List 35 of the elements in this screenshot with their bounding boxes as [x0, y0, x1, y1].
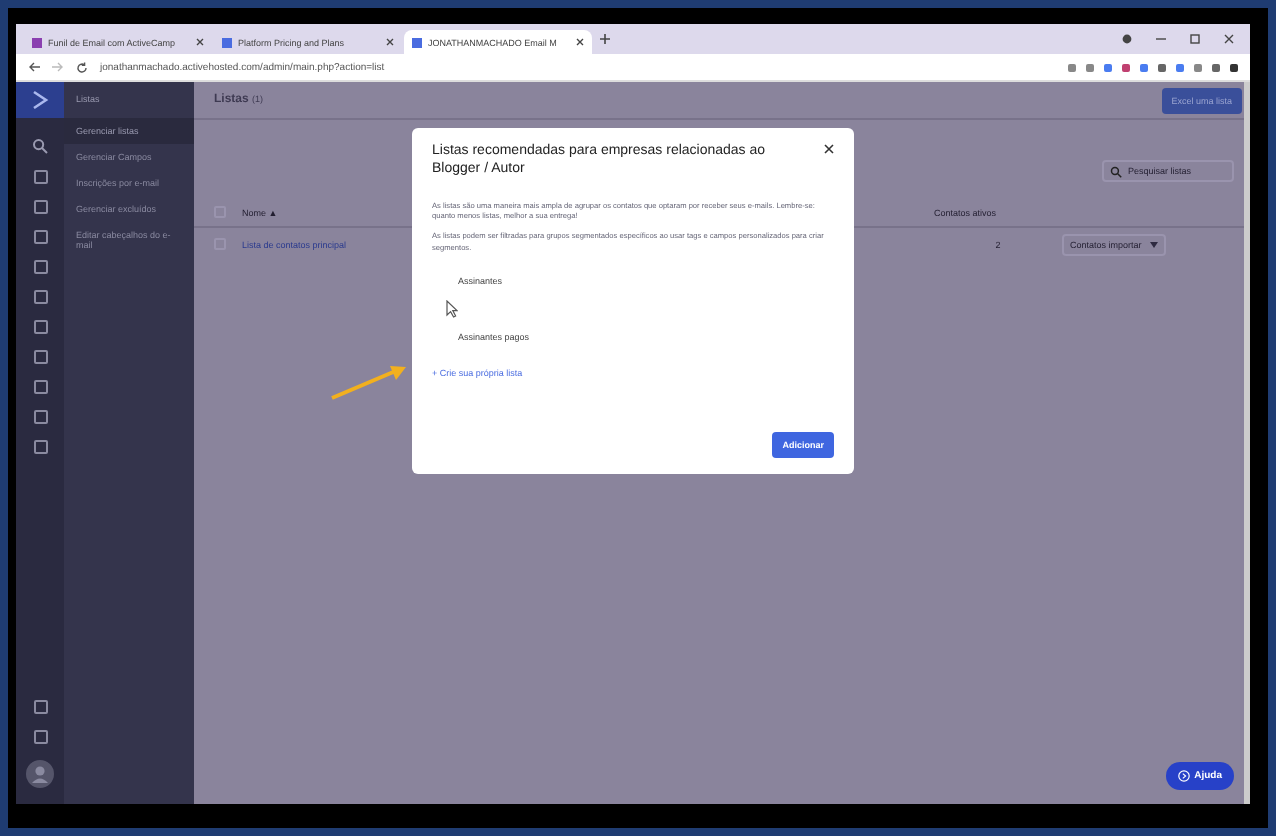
reload-icon[interactable] [76, 61, 88, 73]
nav-icon[interactable] [33, 200, 47, 214]
extension-icon[interactable] [1212, 63, 1220, 71]
close-icon[interactable] [386, 38, 394, 46]
close-icon[interactable] [824, 144, 834, 154]
favicon-icon [412, 37, 422, 47]
nav-icon[interactable] [33, 320, 47, 334]
search-icon [1110, 166, 1122, 178]
favicon-icon [222, 37, 232, 47]
close-icon[interactable] [1224, 34, 1234, 44]
maximize-icon[interactable] [1190, 34, 1200, 44]
nav-icon[interactable] [33, 380, 47, 394]
nav-icon[interactable] [33, 260, 47, 274]
close-icon[interactable] [196, 38, 204, 46]
nav-icon[interactable] [33, 230, 47, 244]
play-icon [1178, 770, 1191, 782]
search-icon[interactable] [32, 138, 48, 154]
minimize-icon[interactable] [1156, 34, 1166, 44]
close-icon[interactable] [576, 38, 584, 46]
cursor-icon [446, 300, 458, 318]
logo-icon[interactable] [16, 82, 64, 118]
back-icon[interactable] [28, 62, 40, 72]
avatar-icon[interactable] [26, 760, 54, 788]
nav-icon[interactable] [33, 440, 47, 454]
extension-icon[interactable] [1230, 63, 1238, 71]
new-tab-icon[interactable] [600, 34, 610, 44]
caret-icon [1149, 241, 1158, 247]
nav-icon[interactable] [33, 350, 47, 364]
arrow-drawing [330, 362, 410, 402]
nav-icon[interactable] [33, 410, 47, 424]
account-icon[interactable] [1122, 34, 1132, 44]
nav-icon[interactable] [33, 290, 47, 304]
nav-icon[interactable] [33, 170, 47, 184]
extension-icon[interactable] [1158, 63, 1166, 71]
favicon-icon [32, 37, 42, 47]
